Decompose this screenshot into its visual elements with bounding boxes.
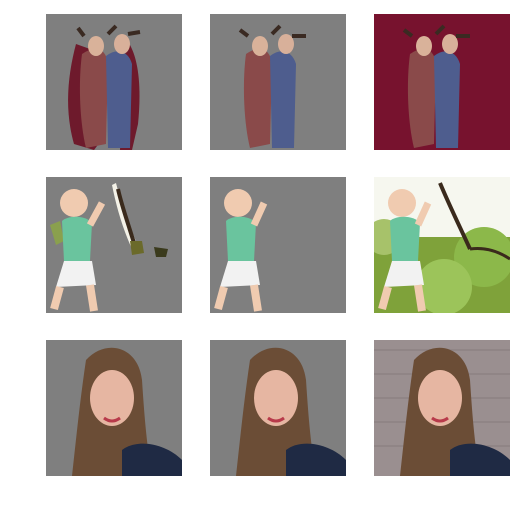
panel-child-original	[374, 177, 510, 313]
women-refined-mask-image	[210, 14, 346, 150]
child-refined-mask-image	[210, 177, 346, 313]
panel-portrait-coarse-mask	[46, 340, 182, 476]
panel-women-coarse-mask	[46, 14, 182, 150]
panel-portrait-refined-mask	[210, 340, 346, 476]
child-coarse-mask-image	[46, 177, 182, 313]
women-original-image	[374, 14, 510, 150]
panel-women-original	[374, 14, 510, 150]
panel-women-refined-mask	[210, 14, 346, 150]
portrait-coarse-mask-image	[46, 340, 182, 476]
panel-portrait-original	[374, 340, 510, 476]
child-original-image	[374, 177, 510, 313]
women-coarse-mask-image	[46, 14, 182, 150]
portrait-refined-mask-image	[210, 340, 346, 476]
panel-child-coarse-mask	[46, 177, 182, 313]
panel-child-refined-mask	[210, 177, 346, 313]
portrait-original-image	[374, 340, 510, 476]
